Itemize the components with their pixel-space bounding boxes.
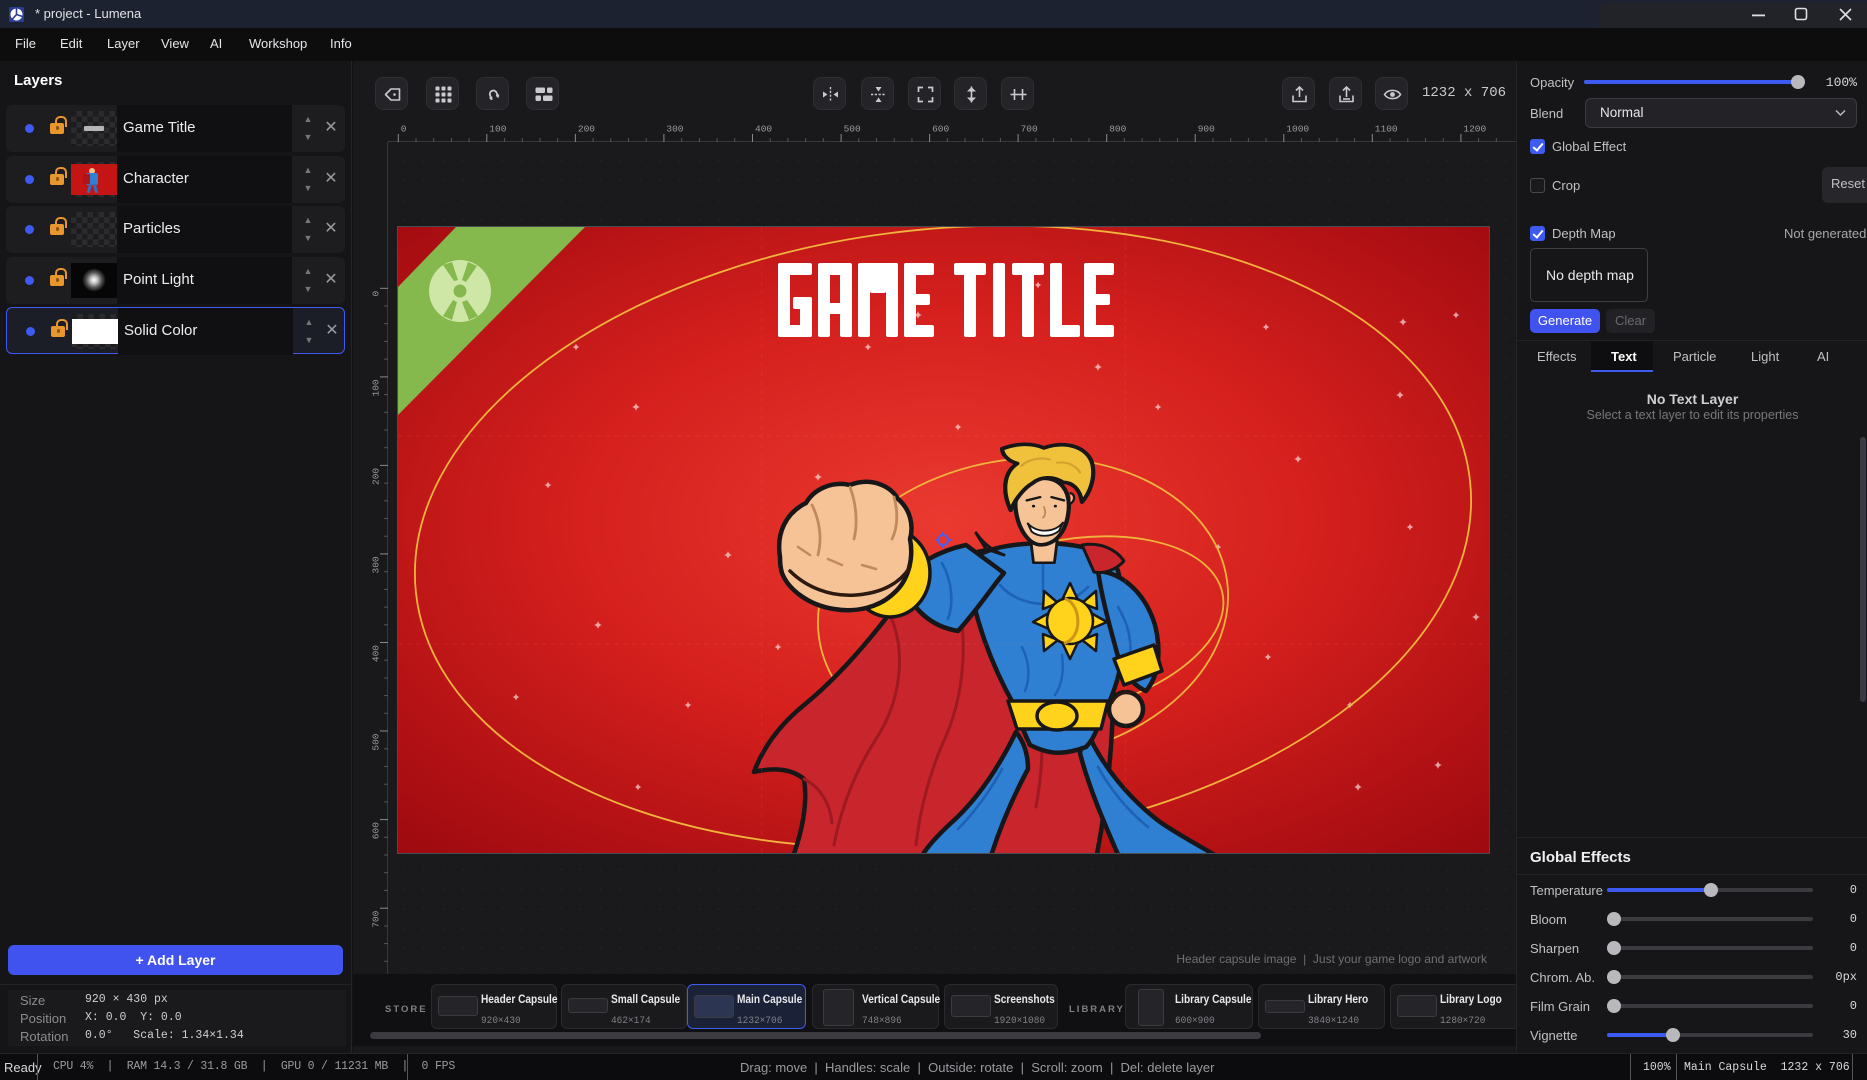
svg-text:400: 400: [755, 124, 772, 135]
svg-text:600: 600: [371, 822, 382, 839]
svg-text:700: 700: [1021, 124, 1038, 135]
svg-text:200: 200: [371, 468, 382, 485]
svg-text:1100: 1100: [1375, 124, 1398, 135]
svg-text:700: 700: [371, 910, 382, 927]
svg-text:0: 0: [371, 291, 382, 297]
svg-text:300: 300: [371, 556, 382, 573]
svg-text:1000: 1000: [1286, 124, 1309, 135]
svg-text:100: 100: [489, 124, 506, 135]
svg-text:600: 600: [932, 124, 949, 135]
svg-text:100: 100: [371, 379, 382, 396]
svg-text:800: 800: [1109, 124, 1126, 135]
svg-text:300: 300: [666, 124, 683, 135]
svg-text:400: 400: [371, 645, 382, 662]
svg-text:200: 200: [578, 124, 595, 135]
svg-text:500: 500: [844, 124, 861, 135]
svg-text:900: 900: [1198, 124, 1215, 135]
svg-text:500: 500: [371, 733, 382, 750]
svg-text:0: 0: [401, 124, 407, 135]
svg-text:1200: 1200: [1463, 124, 1486, 135]
